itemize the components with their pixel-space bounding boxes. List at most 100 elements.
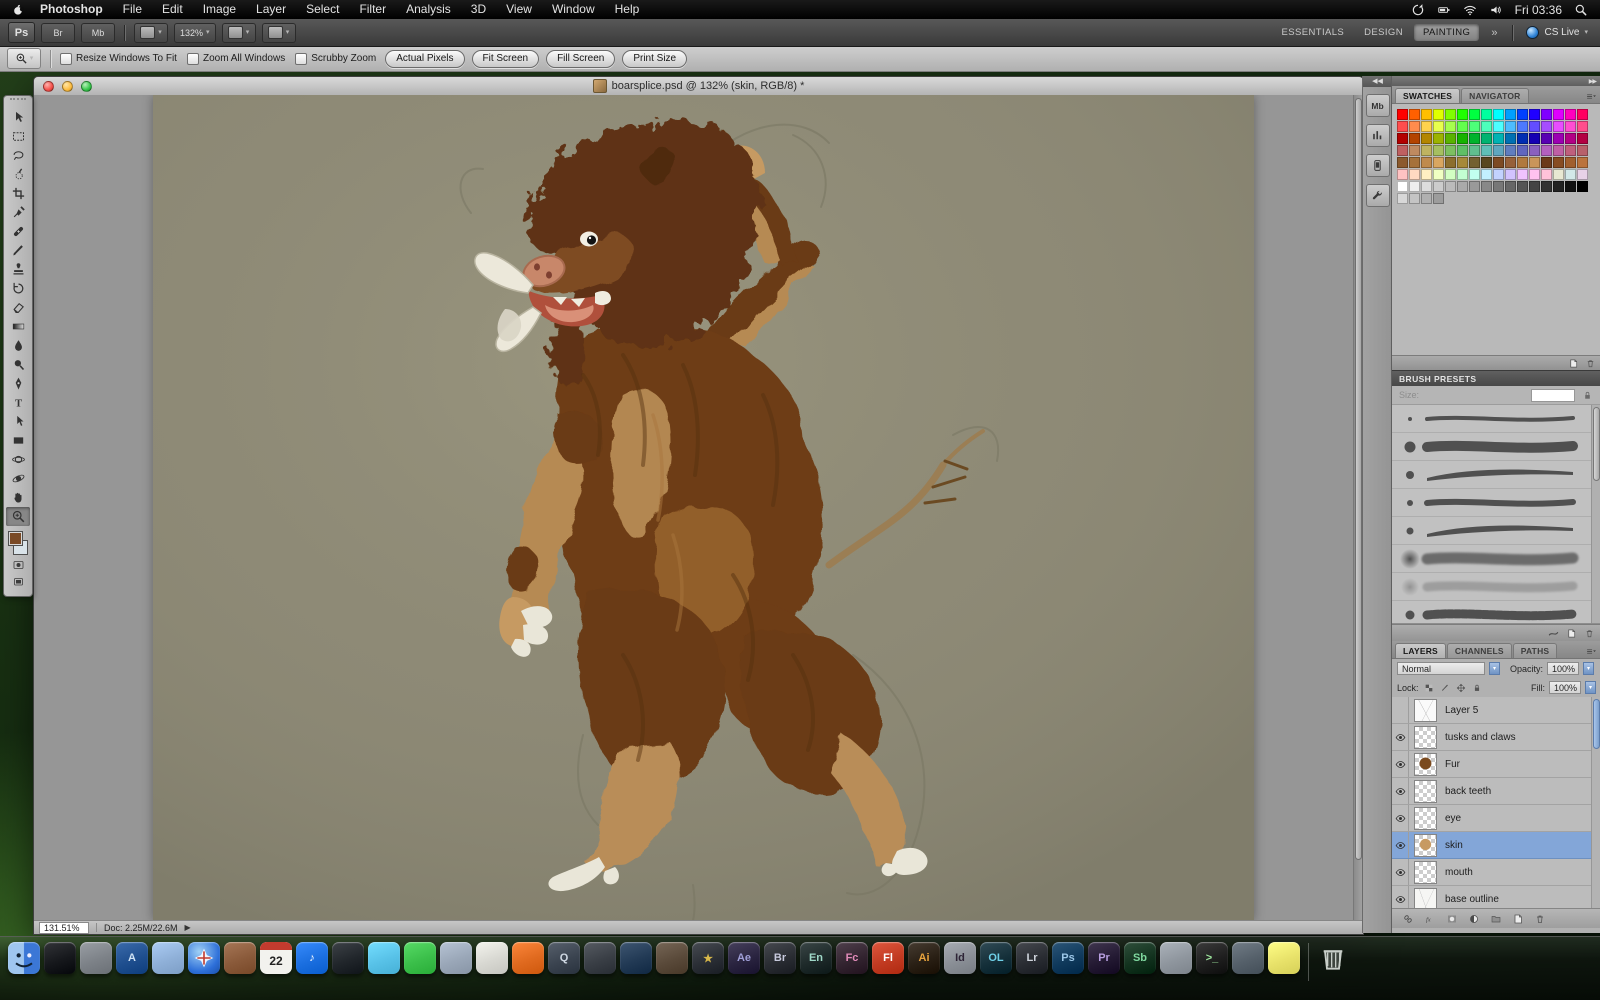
- tab-swatches[interactable]: SWATCHES: [1395, 88, 1461, 103]
- swatch[interactable]: [1529, 133, 1540, 144]
- fit-screen-button[interactable]: Fit Screen: [471, 49, 540, 68]
- swatch[interactable]: [1577, 181, 1588, 192]
- clone-stamp-tool[interactable]: [6, 260, 30, 279]
- swatch[interactable]: [1397, 193, 1408, 204]
- swatch[interactable]: [1529, 181, 1540, 192]
- new-group-button[interactable]: [1489, 913, 1502, 924]
- document-titlebar[interactable]: boarsplice.psd @ 132% (skin, RGB/8) *: [34, 77, 1363, 96]
- swatch[interactable]: [1433, 181, 1444, 192]
- swatch[interactable]: [1433, 193, 1444, 204]
- layer-row-base-outline[interactable]: base outline: [1392, 886, 1600, 908]
- menu-filter[interactable]: Filter: [349, 0, 396, 19]
- dock-utilities[interactable]: [1160, 942, 1192, 974]
- scrollbar-thumb[interactable]: [1593, 407, 1600, 481]
- dock-terminal[interactable]: >_: [1196, 942, 1228, 974]
- panel-menu-button[interactable]: [1584, 91, 1598, 101]
- dock-adobe-soundbooth[interactable]: Sb: [1124, 942, 1156, 974]
- palette-grip[interactable]: [10, 98, 26, 106]
- dock-adobe-indesign[interactable]: Id: [944, 942, 976, 974]
- swatch[interactable]: [1577, 169, 1588, 180]
- dock-ical[interactable]: 22: [260, 942, 292, 974]
- opacity-stepper[interactable]: ▾: [1583, 662, 1595, 675]
- eyedropper-tool[interactable]: [6, 203, 30, 222]
- swatch[interactable]: [1565, 181, 1576, 192]
- blur-tool[interactable]: [6, 336, 30, 355]
- swatch[interactable]: [1577, 121, 1588, 132]
- swatch[interactable]: [1553, 121, 1564, 132]
- menu-file[interactable]: File: [113, 0, 152, 19]
- swatch[interactable]: [1493, 157, 1504, 168]
- swatch[interactable]: [1397, 145, 1408, 156]
- link-layers-button[interactable]: [1401, 913, 1414, 924]
- dock-adobe-encore[interactable]: En: [800, 942, 832, 974]
- menu-select[interactable]: Select: [296, 0, 349, 19]
- dock-adobe-photoshop[interactable]: Ps: [1052, 942, 1084, 974]
- swatch[interactable]: [1505, 181, 1516, 192]
- dock-quicktime[interactable]: Q: [548, 942, 580, 974]
- swatch[interactable]: [1421, 109, 1432, 120]
- swatch[interactable]: [1517, 181, 1528, 192]
- dock-dvd-player[interactable]: [584, 942, 616, 974]
- layer-thumbnail[interactable]: [1414, 725, 1437, 749]
- dock-adobe-after-effects[interactable]: Ae: [728, 942, 760, 974]
- new-swatch-button[interactable]: [1567, 358, 1580, 369]
- layer-row-skin[interactable]: skin: [1392, 832, 1600, 859]
- swatch[interactable]: [1409, 121, 1420, 132]
- layer-row-mouth[interactable]: mouth: [1392, 859, 1600, 886]
- dock-facetime[interactable]: [404, 942, 436, 974]
- dock-ichat[interactable]: [368, 942, 400, 974]
- swatch[interactable]: [1433, 121, 1444, 132]
- swatch[interactable]: [1409, 157, 1420, 168]
- path-selection-tool[interactable]: [6, 412, 30, 431]
- screen-mode-toggle-button[interactable]: [8, 574, 28, 589]
- new-brush-button[interactable]: [1565, 628, 1578, 639]
- rectangle-shape-tool[interactable]: [6, 431, 30, 450]
- layer-thumbnail[interactable]: [1414, 779, 1437, 803]
- swatch[interactable]: [1481, 133, 1492, 144]
- layer-row-layer-5[interactable]: Layer 5: [1392, 697, 1600, 724]
- menu-help[interactable]: Help: [605, 0, 650, 19]
- foreground-color-swatch[interactable]: [8, 531, 23, 546]
- swatch[interactable]: [1517, 133, 1528, 144]
- brush-preset[interactable]: [1392, 405, 1600, 433]
- spotlight-icon[interactable]: [1574, 3, 1588, 17]
- swatch[interactable]: [1421, 145, 1432, 156]
- swatch[interactable]: [1541, 109, 1552, 120]
- swatch[interactable]: [1493, 133, 1504, 144]
- menu-photoshop[interactable]: Photoshop: [30, 0, 113, 19]
- device-central-panel-button[interactable]: [1365, 154, 1390, 177]
- layer-visibility-toggle[interactable]: [1392, 805, 1409, 831]
- view-extras-button[interactable]: ▾: [134, 22, 168, 43]
- status-zoom-field[interactable]: 131.51%: [39, 921, 89, 934]
- brush-size-lock-icon[interactable]: [1581, 390, 1594, 401]
- launch-bridge-button[interactable]: Br: [41, 22, 75, 43]
- actual-pixels-button[interactable]: Actual Pixels: [385, 49, 465, 68]
- lasso-tool[interactable]: [6, 146, 30, 165]
- blend-mode-select[interactable]: Normal: [1397, 662, 1485, 675]
- lock-position-icon[interactable]: [1455, 682, 1467, 694]
- swatch[interactable]: [1577, 145, 1588, 156]
- swatch[interactable]: [1469, 157, 1480, 168]
- collapse-panels-button[interactable]: ▶▶: [1392, 76, 1600, 86]
- swatch[interactable]: [1481, 181, 1492, 192]
- workspace-overflow-button[interactable]: »: [1485, 27, 1503, 39]
- layer-thumbnail[interactable]: [1414, 833, 1437, 857]
- layer-visibility-toggle[interactable]: [1392, 859, 1409, 885]
- swatch[interactable]: [1493, 109, 1504, 120]
- minimize-button[interactable]: [62, 81, 73, 92]
- zoom-tool[interactable]: [6, 507, 30, 526]
- swatch[interactable]: [1493, 181, 1504, 192]
- dock-preview[interactable]: [440, 942, 472, 974]
- swatch[interactable]: [1397, 121, 1408, 132]
- dock-stickies[interactable]: [1268, 942, 1300, 974]
- mini-bridge-panel-button[interactable]: Mb: [1365, 94, 1390, 117]
- swatch[interactable]: [1421, 181, 1432, 192]
- swatch[interactable]: [1517, 145, 1528, 156]
- arrange-documents-button[interactable]: ▾: [221, 22, 256, 43]
- dock-adobe-illustrator[interactable]: Ai: [908, 942, 940, 974]
- swatch[interactable]: [1445, 145, 1456, 156]
- menu-analysis[interactable]: Analysis: [396, 0, 461, 19]
- dock-finder[interactable]: [8, 942, 40, 974]
- swatch[interactable]: [1445, 157, 1456, 168]
- swatch[interactable]: [1553, 145, 1564, 156]
